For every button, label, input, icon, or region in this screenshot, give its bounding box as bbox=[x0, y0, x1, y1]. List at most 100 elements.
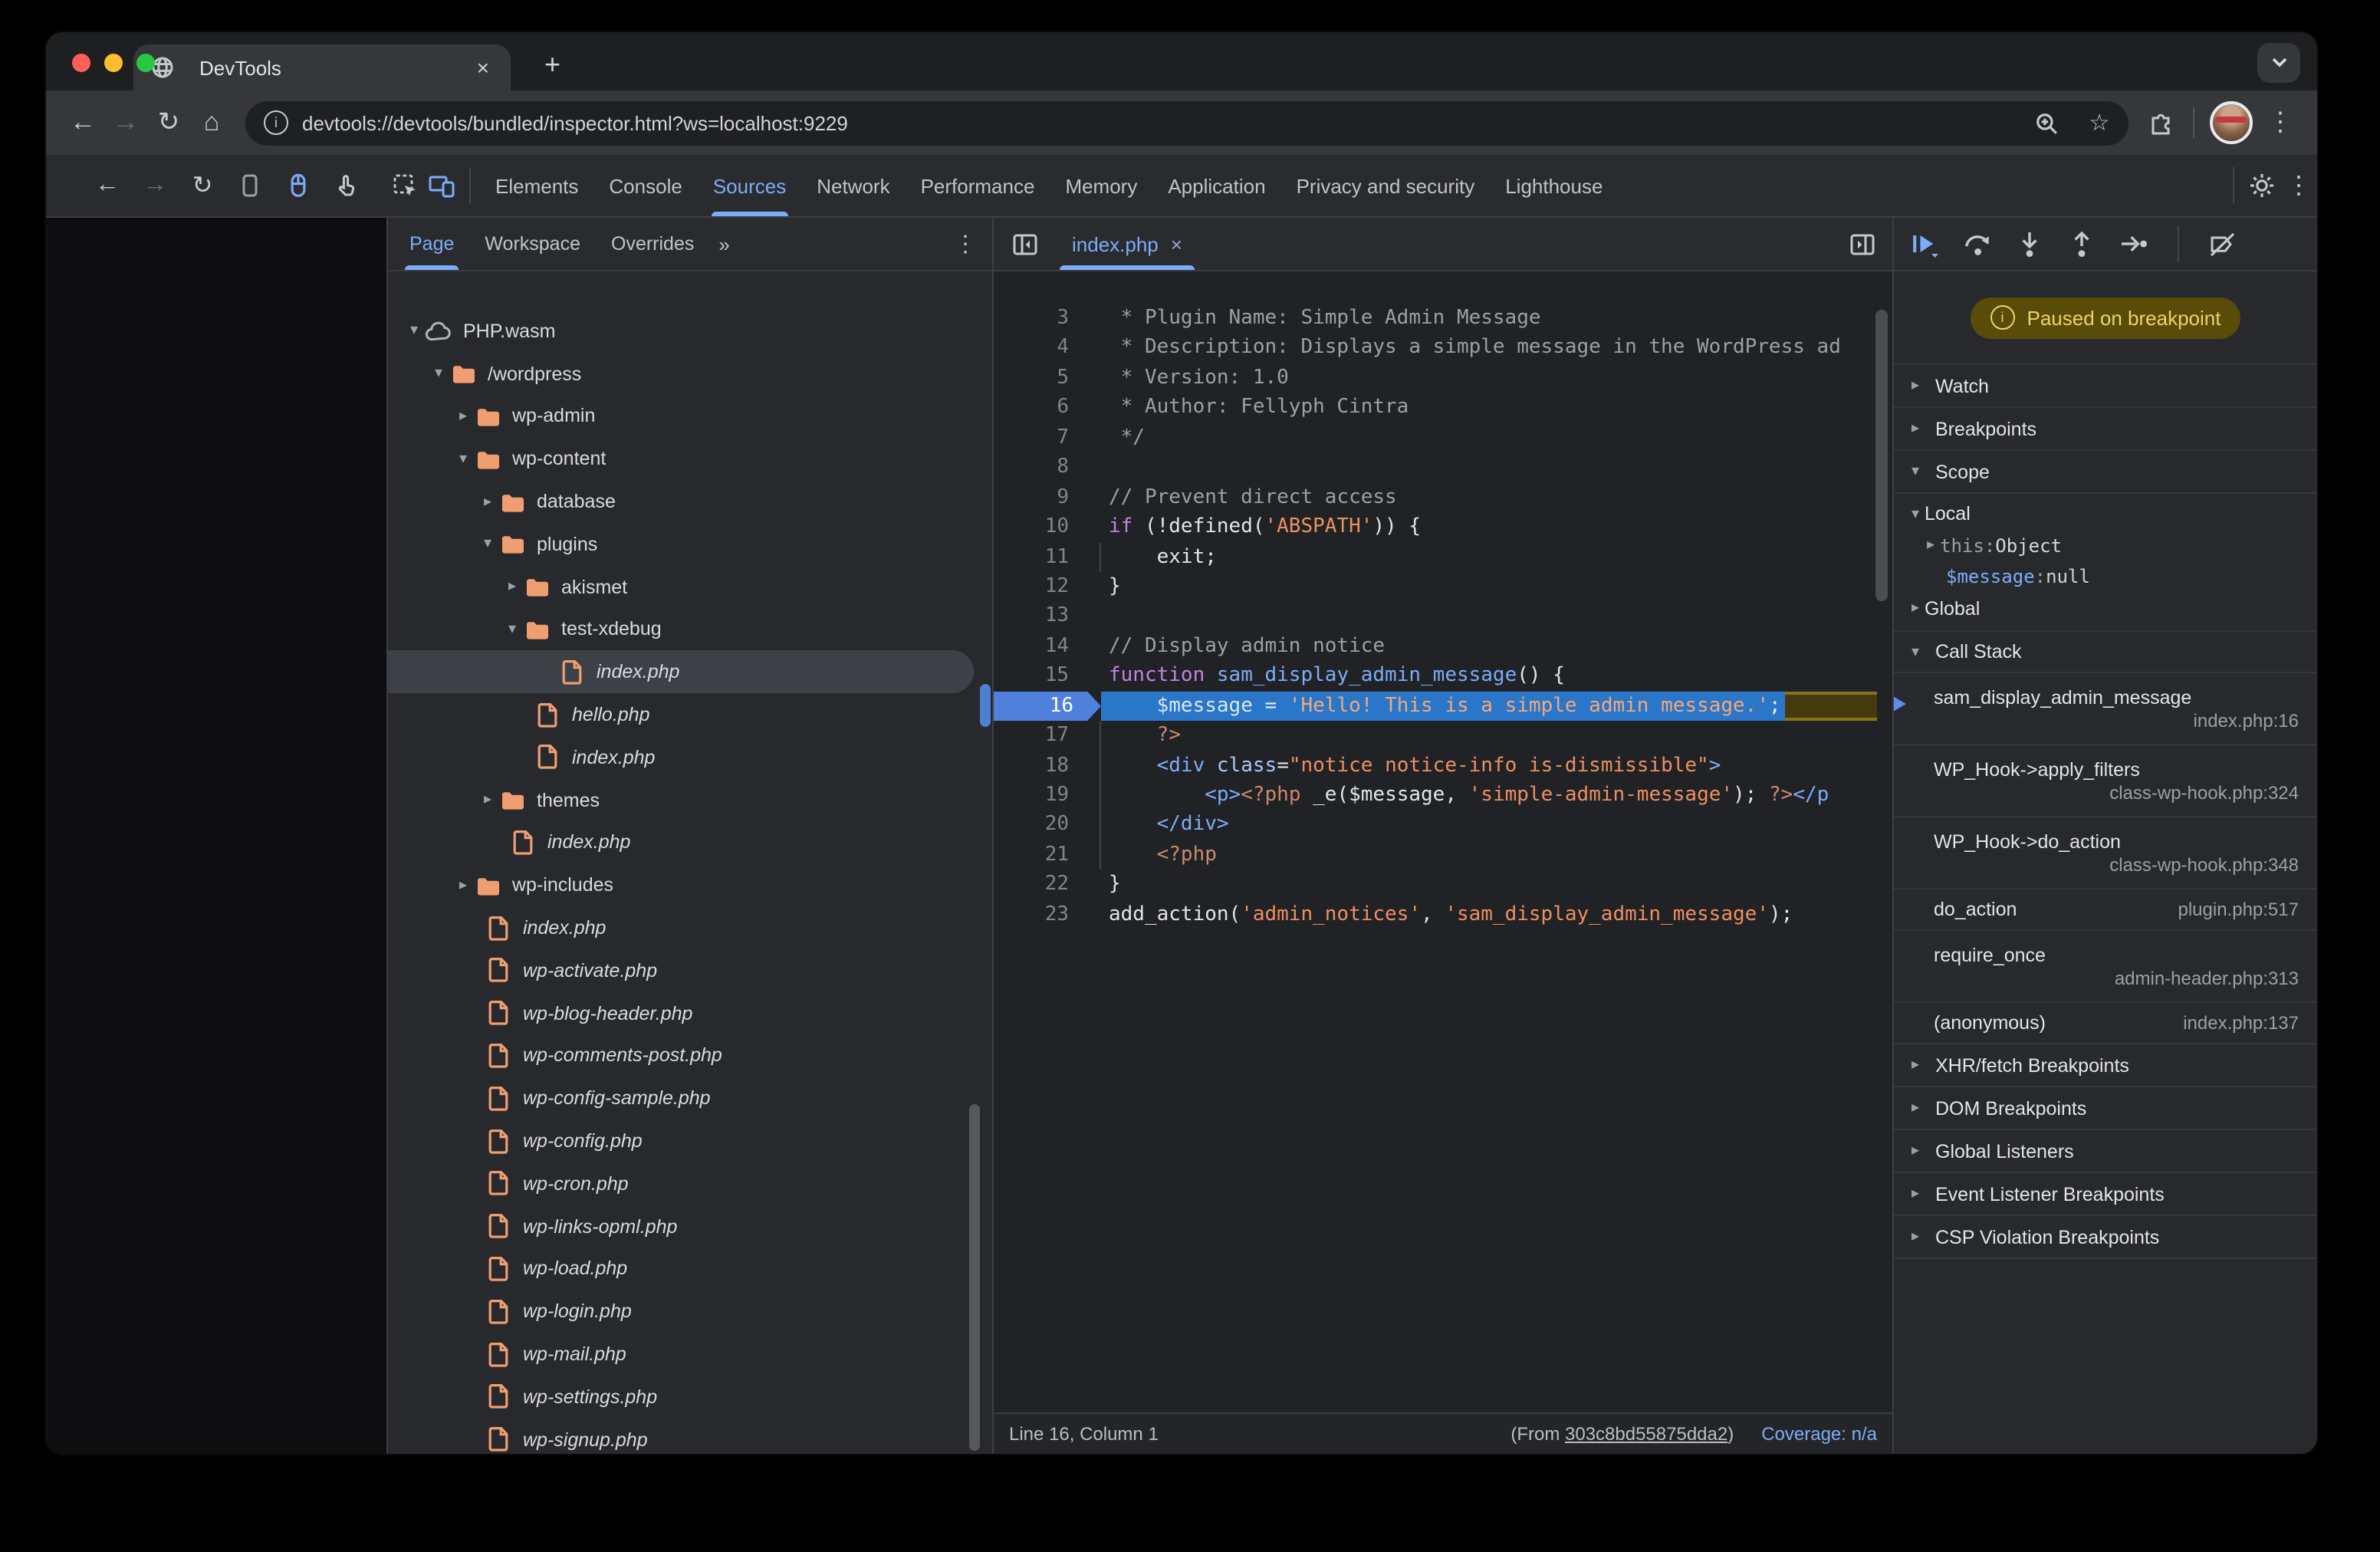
chevron-right-icon[interactable]: ▸ bbox=[452, 408, 474, 425]
back-button[interactable]: ← bbox=[61, 101, 104, 144]
step-into-icon[interactable] bbox=[2012, 226, 2047, 261]
tree-item[interactable]: ▾test-xdebug bbox=[388, 608, 992, 651]
tree-item[interactable]: wp-blog-header.php bbox=[388, 992, 992, 1035]
tree-item[interactable]: ▸akismet bbox=[388, 566, 992, 609]
scope-message-var[interactable]: $message: null bbox=[1894, 561, 2317, 593]
tree-item[interactable]: ▾/wordpress bbox=[388, 353, 992, 396]
chevron-down-icon[interactable]: ▾ bbox=[477, 536, 498, 553]
tab-overrides[interactable]: Overrides bbox=[596, 218, 709, 270]
devtools-menu-kebab[interactable]: ⋮ bbox=[2280, 167, 2317, 204]
tree-item[interactable]: ▸wp-admin bbox=[388, 395, 992, 438]
line-number[interactable]: 4 bbox=[994, 334, 1087, 363]
tree-item[interactable]: wp-config-sample.php bbox=[388, 1077, 992, 1120]
line-number[interactable]: 9 bbox=[994, 482, 1087, 512]
device-toolbar-toggle-icon[interactable] bbox=[423, 167, 460, 204]
tree-item[interactable]: ▸database bbox=[388, 480, 992, 523]
navigator-scrollbar-thumb[interactable] bbox=[980, 684, 991, 727]
extensions-icon[interactable] bbox=[2141, 101, 2184, 144]
tab-memory[interactable]: Memory bbox=[1050, 155, 1152, 216]
line-number[interactable]: 17 bbox=[994, 721, 1087, 751]
new-tab-button[interactable]: + bbox=[532, 46, 573, 90]
line-number[interactable]: 10 bbox=[994, 512, 1087, 542]
tree-item[interactable]: ▸themes bbox=[388, 779, 992, 822]
tab-application[interactable]: Application bbox=[1152, 155, 1280, 216]
line-number[interactable]: 7 bbox=[994, 423, 1087, 453]
close-icon[interactable]: × bbox=[1171, 232, 1182, 255]
browser-menu-kebab[interactable]: ⋮ bbox=[2259, 101, 2302, 144]
chevron-down-icon[interactable]: ▾ bbox=[428, 365, 449, 382]
tree-item[interactable]: wp-activate.php bbox=[388, 949, 992, 992]
chevron-down-icon[interactable]: ▾ bbox=[403, 323, 425, 340]
tab-lighthouse[interactable]: Lighthouse bbox=[1490, 155, 1618, 216]
inspect-element-icon[interactable] bbox=[386, 167, 423, 204]
fullscreen-window-button[interactable] bbox=[136, 54, 155, 72]
hide-debugger-icon[interactable] bbox=[1843, 225, 1880, 262]
section-csp-violation-breakpoints[interactable]: ▸CSP Violation Breakpoints bbox=[1894, 1216, 2317, 1259]
tree-item[interactable]: ▾PHP.wasm bbox=[388, 310, 992, 353]
tree-item[interactable]: wp-config.php bbox=[388, 1120, 992, 1162]
line-number[interactable]: 3 bbox=[994, 304, 1087, 334]
chevron-down-icon[interactable]: ▾ bbox=[452, 451, 474, 468]
minimize-window-button[interactable] bbox=[104, 54, 123, 72]
tab-close-icon[interactable]: × bbox=[471, 55, 495, 80]
resume-script-icon[interactable] bbox=[1908, 226, 1943, 261]
navigator-scrollbar-thumb[interactable] bbox=[969, 1104, 980, 1451]
editor-tab-indexphp[interactable]: index.php × bbox=[1052, 218, 1202, 270]
paused-execution-line[interactable]: 16 $message = 'Hello! This is a simple a… bbox=[994, 691, 1892, 721]
scope-this[interactable]: ▸this: Object bbox=[1894, 530, 2317, 561]
section-event-listener-breakpoints[interactable]: ▸Event Listener Breakpoints bbox=[1894, 1173, 2317, 1216]
more-tabs-icon[interactable]: » bbox=[709, 232, 738, 255]
tree-item[interactable]: wp-links-opml.php bbox=[388, 1205, 992, 1248]
tree-item[interactable]: wp-signup.php bbox=[388, 1418, 992, 1454]
line-number[interactable]: 14 bbox=[994, 632, 1087, 662]
tree-item[interactable]: wp-settings.php bbox=[388, 1376, 992, 1419]
close-window-button[interactable] bbox=[72, 54, 90, 72]
tree-item[interactable]: ▸wp-includes bbox=[388, 864, 992, 907]
editor-scrollbar-thumb[interactable] bbox=[1875, 310, 1888, 601]
section-breakpoints[interactable]: ▸Breakpoints bbox=[1894, 408, 2317, 451]
section-dom-breakpoints[interactable]: ▸DOM Breakpoints bbox=[1894, 1087, 2317, 1130]
line-number[interactable]: 11 bbox=[994, 542, 1087, 572]
tab-workspace[interactable]: Workspace bbox=[469, 218, 596, 270]
browser-tab[interactable]: DevTools × bbox=[133, 44, 511, 90]
line-number[interactable]: 12 bbox=[994, 572, 1087, 602]
tab-search-chevron-button[interactable] bbox=[2257, 43, 2300, 83]
tab-elements[interactable]: Elements bbox=[480, 155, 593, 216]
tree-item[interactable]: ▾plugins bbox=[388, 523, 992, 566]
screencast-reload-button[interactable]: ↻ bbox=[184, 167, 221, 204]
scope-local[interactable]: ▾Local bbox=[1894, 498, 2317, 530]
address-bar[interactable]: i devtools://devtools/bundled/inspector.… bbox=[245, 100, 2129, 145]
step-icon[interactable] bbox=[2116, 226, 2152, 261]
tree-item[interactable]: wp-comments-post.php bbox=[388, 1034, 992, 1077]
stack-frame[interactable]: (anonymous)index.php:137 bbox=[1894, 1003, 2317, 1044]
tab-sources[interactable]: Sources bbox=[698, 155, 801, 216]
mouse-icon[interactable] bbox=[279, 167, 316, 204]
section-scope[interactable]: ▾Scope bbox=[1894, 451, 2317, 494]
screencast-back-button[interactable]: ← bbox=[89, 167, 126, 204]
stack-frame[interactable]: WP_Hook->apply_filtersclass-wp-hook.php:… bbox=[1894, 745, 2317, 817]
section-global-listeners[interactable]: ▸Global Listeners bbox=[1894, 1130, 2317, 1173]
line-number[interactable]: 22 bbox=[994, 870, 1087, 900]
scope-global[interactable]: ▸Global bbox=[1894, 593, 2317, 624]
tree-item[interactable]: ▾wp-content bbox=[388, 438, 992, 481]
tree-item-selected[interactable]: index.php bbox=[388, 651, 974, 694]
line-number[interactable]: 20 bbox=[994, 811, 1087, 840]
hide-navigator-icon[interactable] bbox=[1006, 225, 1043, 262]
chevron-right-icon[interactable]: ▸ bbox=[501, 578, 523, 595]
line-number[interactable]: 13 bbox=[994, 602, 1087, 632]
line-number[interactable]: 8 bbox=[994, 452, 1087, 482]
stack-frame-active[interactable]: sam_display_admin_messageindex.php:16 bbox=[1894, 673, 2317, 745]
forward-button[interactable]: → bbox=[104, 101, 147, 144]
line-number[interactable]: 6 bbox=[994, 393, 1087, 423]
line-number[interactable]: 19 bbox=[994, 781, 1087, 811]
step-out-icon[interactable] bbox=[2064, 226, 2099, 261]
tree-item[interactable]: index.php bbox=[388, 736, 992, 779]
chevron-right-icon[interactable]: ▸ bbox=[452, 877, 474, 894]
tab-performance[interactable]: Performance bbox=[906, 155, 1050, 216]
tree-item[interactable]: wp-cron.php bbox=[388, 1162, 992, 1205]
section-call-stack[interactable]: ▾Call Stack bbox=[1894, 630, 2317, 673]
zoom-icon[interactable] bbox=[2026, 103, 2066, 143]
line-number[interactable]: 23 bbox=[994, 900, 1087, 930]
chevron-right-icon[interactable]: ▸ bbox=[477, 791, 498, 808]
chevron-right-icon[interactable]: ▸ bbox=[477, 493, 498, 510]
